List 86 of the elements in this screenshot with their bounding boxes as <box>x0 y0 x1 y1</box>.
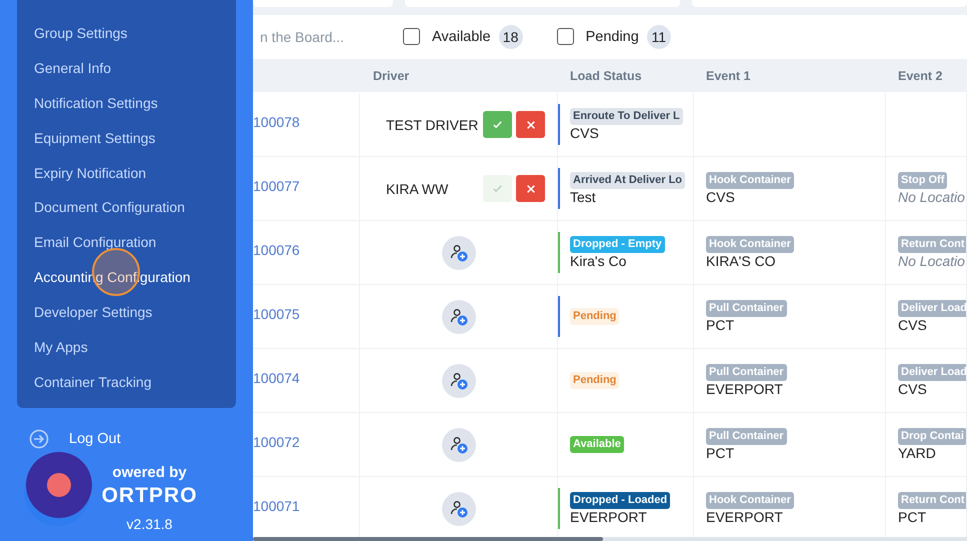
load-number-link[interactable]: 100075 <box>253 306 359 322</box>
load-number-link[interactable]: 100074 <box>253 370 359 386</box>
load-number-link[interactable]: 100077 <box>253 178 359 194</box>
location-text: CVS <box>898 316 927 334</box>
location-text: CVS <box>570 124 599 142</box>
event-badge: Drop Contai <box>898 428 966 444</box>
check-icon <box>492 119 503 130</box>
logout-icon <box>29 428 49 449</box>
assign-driver-button[interactable] <box>442 300 476 334</box>
reject-button[interactable] <box>516 175 545 202</box>
check-icon <box>492 183 503 194</box>
event-badge: Stop Off <box>898 172 948 188</box>
location-text: Test <box>570 188 596 206</box>
menu-item[interactable]: My Apps <box>17 330 236 365</box>
location-text: No Locatio <box>898 252 965 270</box>
status-badge: Dropped - Empty <box>570 236 665 252</box>
status-badge: Pending <box>570 372 620 389</box>
close-icon <box>526 184 536 194</box>
status-badge: Enroute To Deliver L <box>570 108 683 124</box>
driver-name: KIRA WW <box>386 180 450 196</box>
menu-item[interactable]: Email Configuration <box>17 225 236 260</box>
event-badge: Deliver Load <box>898 364 966 380</box>
event-badge: Hook Container <box>706 236 794 252</box>
powered-by-text: owered by <box>112 464 187 481</box>
location-text: CVS <box>706 188 735 206</box>
location-text: PCT <box>898 508 926 526</box>
menu-item[interactable]: Expiry Notification <box>17 156 236 190</box>
checkbox[interactable] <box>556 28 574 46</box>
menu-item[interactable]: Equipment Settings <box>17 120 236 156</box>
location-text: EVERPORT <box>706 380 783 398</box>
add-person-icon <box>448 434 468 454</box>
event-badge: Return Cont <box>898 492 966 508</box>
reject-button[interactable] <box>516 111 545 138</box>
menu-item[interactable]: Group Settings <box>17 16 236 51</box>
location-text: EVERPORT <box>570 508 647 526</box>
status-badge: Dropped - Loaded <box>570 492 670 508</box>
add-person-icon <box>448 306 468 326</box>
load-number-link[interactable]: 100071 <box>253 498 359 514</box>
count-badge: 18 <box>498 24 523 49</box>
filter-label: Pending <box>586 28 639 45</box>
checkbox[interactable] <box>403 28 420 46</box>
assign-driver-button[interactable] <box>442 428 476 462</box>
driver-name: TEST DRIVER <box>386 116 480 132</box>
menu-item[interactable]: General Info <box>17 50 236 86</box>
logout-link[interactable]: Log Out <box>29 428 236 450</box>
location-text: PCT <box>706 316 734 334</box>
load-number-link[interactable]: 100076 <box>253 242 359 258</box>
event-badge: Hook Container <box>706 492 794 508</box>
add-person-icon <box>448 370 468 390</box>
location-text: Kira's Co <box>570 252 626 270</box>
column-header: Event 2 <box>897 68 944 84</box>
location-text: EVERPORT <box>706 508 783 526</box>
status-badge: Arrived At Deliver Lo <box>570 172 686 188</box>
menu-item[interactable]: Notification Settings <box>17 86 236 121</box>
scrollbar-thumb[interactable] <box>253 537 603 541</box>
version-text: v2.31.8 <box>126 516 172 532</box>
event-badge: Hook Container <box>706 172 794 188</box>
column-header: Driver <box>372 68 410 84</box>
status-badge: Available <box>570 436 624 453</box>
assign-driver-button[interactable] <box>442 364 476 398</box>
add-person-icon <box>448 242 468 262</box>
filter-label: Available <box>432 28 491 45</box>
logo-text: ORTPRO <box>102 484 198 508</box>
event-badge: Deliver Load <box>898 300 966 316</box>
event-badge: Pull Container <box>706 300 787 316</box>
count-badge: 11 <box>646 24 671 49</box>
column-header: Event 1 <box>705 68 752 84</box>
load-number-link[interactable]: 100072 <box>253 434 359 450</box>
menu-item[interactable]: Developer Settings <box>17 295 236 330</box>
assign-driver-button[interactable] <box>442 236 476 270</box>
load-number-link[interactable]: 100078 <box>253 114 359 130</box>
location-text: YARD <box>898 444 936 462</box>
status-badge: Pending <box>570 308 620 325</box>
location-text: No Locatio <box>898 188 965 206</box>
menu-item[interactable]: Document Configuration <box>17 190 236 226</box>
event-badge: Pull Container <box>706 428 787 444</box>
close-icon <box>526 120 536 130</box>
menu-item[interactable]: Container Tracking <box>17 364 236 400</box>
location-text: CVS <box>898 380 927 398</box>
column-header: Load Status <box>569 68 643 84</box>
assign-driver-button[interactable] <box>442 492 476 526</box>
event-badge: Pull Container <box>706 364 787 380</box>
location-text: PCT <box>706 444 734 462</box>
add-person-icon <box>448 498 468 518</box>
location-text: KIRA'S CO <box>706 252 776 270</box>
event-badge: Return Cont <box>898 236 966 252</box>
